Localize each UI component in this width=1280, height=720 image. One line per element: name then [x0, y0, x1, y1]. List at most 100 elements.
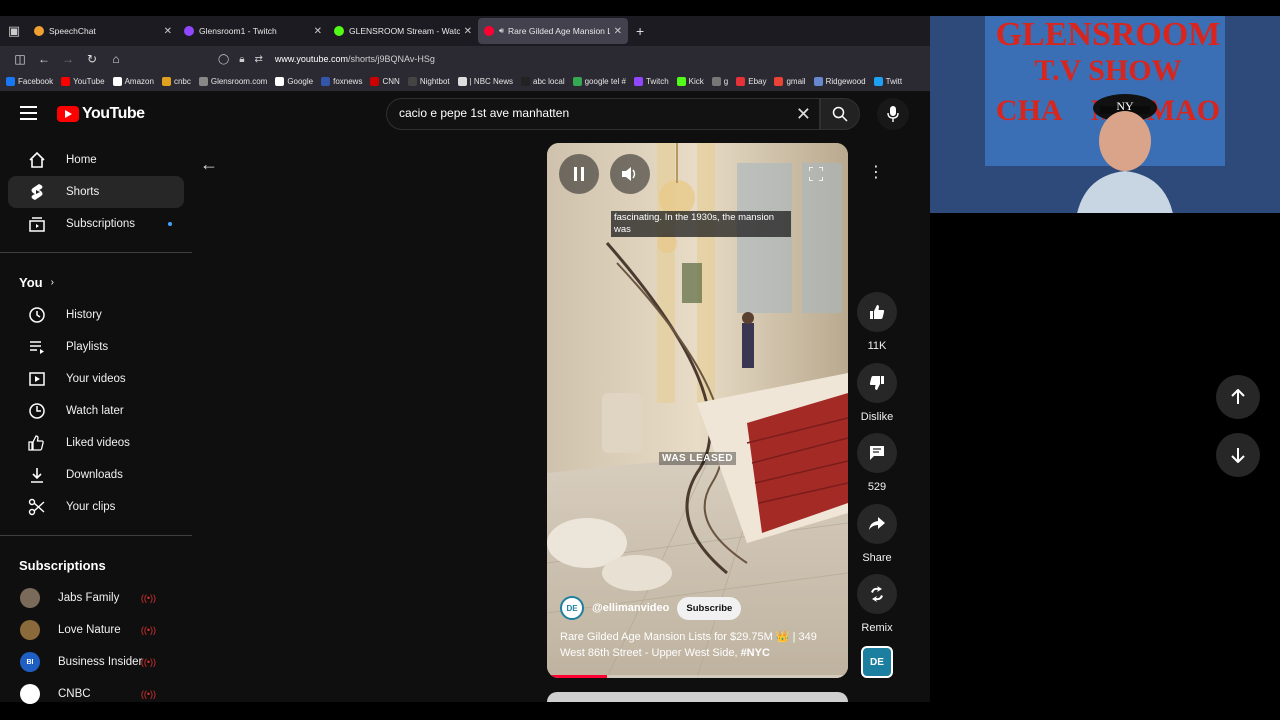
subscriptions-section-header: Subscriptions [19, 557, 106, 573]
new-tab-button[interactable]: + [636, 23, 644, 39]
subscription-item[interactable]: Jabs Family ((•)) [8, 582, 184, 614]
you-section-header[interactable]: You › [0, 265, 192, 299]
channel-avatar [20, 588, 40, 608]
sidebar-toggle-icon[interactable]: ◫ [8, 52, 32, 66]
hashtag-link[interactable]: #NYC [741, 647, 770, 659]
tab-audio-icon[interactable]: 🔊︎ [499, 26, 504, 36]
more-options-icon[interactable]: ⋮ [866, 162, 886, 182]
bookmark-item[interactable]: Amazon [112, 77, 154, 86]
sidebar-item[interactable]: Your clips [8, 491, 184, 523]
back-icon[interactable]: ← [32, 52, 56, 66]
lock-icon[interactable]: 🔒︎ [239, 54, 244, 65]
bookmark-item[interactable]: foxnews [321, 77, 362, 86]
tab-list-icon[interactable]: ▣ [0, 16, 28, 46]
subscription-label: Jabs Family [58, 592, 120, 604]
voice-search-button[interactable] [877, 98, 909, 130]
bookmark-favicon-icon [572, 77, 582, 86]
youtube-logo[interactable]: YouTube [57, 105, 145, 123]
bookmarks-bar: Facebook YouTube Amazon cnbc Glensroom.com Go… [0, 72, 930, 92]
clear-search-icon[interactable]: ✕ [796, 104, 811, 125]
bookmark-item[interactable]: CNN [370, 77, 400, 86]
bookmark-item[interactable]: gmail [774, 77, 806, 86]
back-arrow-icon[interactable]: ← [200, 154, 218, 175]
browser-tab[interactable]: GLENSROOM Stream - Watch L ✕ [328, 18, 478, 44]
channel-thumbnail[interactable]: DE [861, 646, 893, 678]
bookmark-item[interactable]: Google [275, 77, 313, 86]
subscription-item[interactable]: BI Business Insider ((•)) [8, 646, 184, 678]
bookmark-item[interactable]: Ridgewood [813, 77, 866, 86]
remix-icon [871, 586, 883, 602]
bookmark-item[interactable]: | NBC News [457, 77, 513, 86]
forward-icon[interactable]: → [56, 52, 80, 66]
tab-close-icon[interactable]: ✕ [464, 26, 472, 37]
sidebar-item[interactable]: Watch later [8, 395, 184, 427]
bookmark-label: foxnews [333, 77, 363, 86]
bookmark-item[interactable]: Glensroom.com [198, 77, 267, 86]
shield-icon[interactable]: ◯ [218, 54, 229, 65]
next-short-button[interactable] [1216, 433, 1260, 477]
subscribe-button[interactable]: Subscribe [677, 596, 742, 620]
bookmark-item[interactable]: Twitt [873, 77, 902, 86]
pause-button[interactable] [559, 154, 599, 194]
fullscreen-button[interactable] [796, 154, 836, 194]
youtube-play-icon [57, 106, 79, 122]
tab-close-icon[interactable]: ✕ [164, 26, 172, 37]
sidebar-item[interactable]: History [8, 299, 184, 331]
fullscreen-icon [809, 167, 823, 181]
bookmark-item[interactable]: Nightbot [407, 77, 450, 86]
share-button[interactable] [857, 504, 897, 544]
next-short-preview[interactable] [547, 692, 848, 702]
reload-icon[interactable]: ↻ [80, 52, 104, 66]
shorts-player[interactable]: fascinating. In the 1930s, the mansion w… [547, 143, 848, 678]
menu-icon[interactable] [20, 106, 37, 120]
bookmark-item[interactable]: abc local [521, 77, 565, 86]
sidebar-item[interactable]: Your videos [8, 363, 184, 395]
history-icon [28, 306, 46, 324]
bookmark-item[interactable]: cnbc [161, 77, 191, 86]
tab-close-icon[interactable]: ✕ [314, 26, 322, 37]
tab-close-icon[interactable]: ✕ [614, 26, 622, 37]
previous-short-button[interactable] [1216, 375, 1260, 419]
search-button[interactable] [820, 98, 860, 130]
bookmark-favicon-icon [161, 77, 171, 86]
bookmark-favicon-icon [736, 77, 746, 86]
channel-avatar[interactable]: DE [560, 596, 584, 620]
volume-button[interactable] [610, 154, 650, 194]
subscription-item[interactable]: Love Nature ((•)) [8, 614, 184, 646]
channel-name[interactable]: @ellimanvideo [592, 602, 669, 614]
sidebar-item[interactable]: Downloads [8, 459, 184, 491]
url-bar[interactable]: www.youtube.com/shorts/j9BQNAv-HSg [275, 54, 435, 64]
remix-button[interactable] [857, 574, 897, 614]
browser-tab[interactable]: 🔊︎ Rare Gilded Age Mansion Li ✕ [478, 18, 628, 44]
progress-bar[interactable] [547, 675, 848, 678]
like-button[interactable] [857, 292, 897, 332]
sidebar-item[interactable]: Subscriptions [8, 208, 184, 240]
dislike-action: Dislike [857, 363, 897, 423]
live-icon: ((•)) [140, 689, 156, 699]
share-action: Share [857, 504, 897, 564]
sidebar-item-label: Watch later [66, 405, 124, 417]
search-input[interactable] [399, 106, 779, 120]
home-icon[interactable]: ⌂ [104, 52, 128, 66]
dislike-button[interactable] [857, 363, 897, 403]
subscription-item[interactable]: CNBC ((•)) [8, 678, 184, 710]
bookmark-item[interactable]: google tel # [572, 77, 626, 86]
bookmark-item[interactable]: g [711, 77, 728, 86]
browser-tab[interactable]: SpeechChat ✕ [28, 18, 178, 44]
home-icon [28, 151, 46, 169]
bookmark-label: Ridgewood [825, 77, 866, 86]
browser-tab[interactable]: Glensroom1 - Twitch ✕ [178, 18, 328, 44]
short-title[interactable]: Rare Gilded Age Mansion Lists for $29.75… [560, 629, 830, 661]
sidebar-item[interactable]: Playlists [8, 331, 184, 363]
permissions-icon[interactable]: ⇄ [255, 54, 263, 65]
sidebar-item[interactable]: Shorts [8, 176, 184, 208]
sidebar-item[interactable]: Liked videos [8, 427, 184, 459]
bookmark-item[interactable]: Twitch [633, 77, 669, 86]
bookmark-item[interactable]: YouTube [61, 77, 105, 86]
bookmark-item[interactable]: Ebay [736, 77, 766, 86]
bookmark-item[interactable]: Kick [676, 77, 704, 86]
comments-button[interactable] [857, 433, 897, 473]
bookmark-favicon-icon [633, 77, 643, 86]
sidebar-item[interactable]: Home [8, 144, 184, 176]
bookmark-item[interactable]: Facebook [6, 77, 53, 86]
